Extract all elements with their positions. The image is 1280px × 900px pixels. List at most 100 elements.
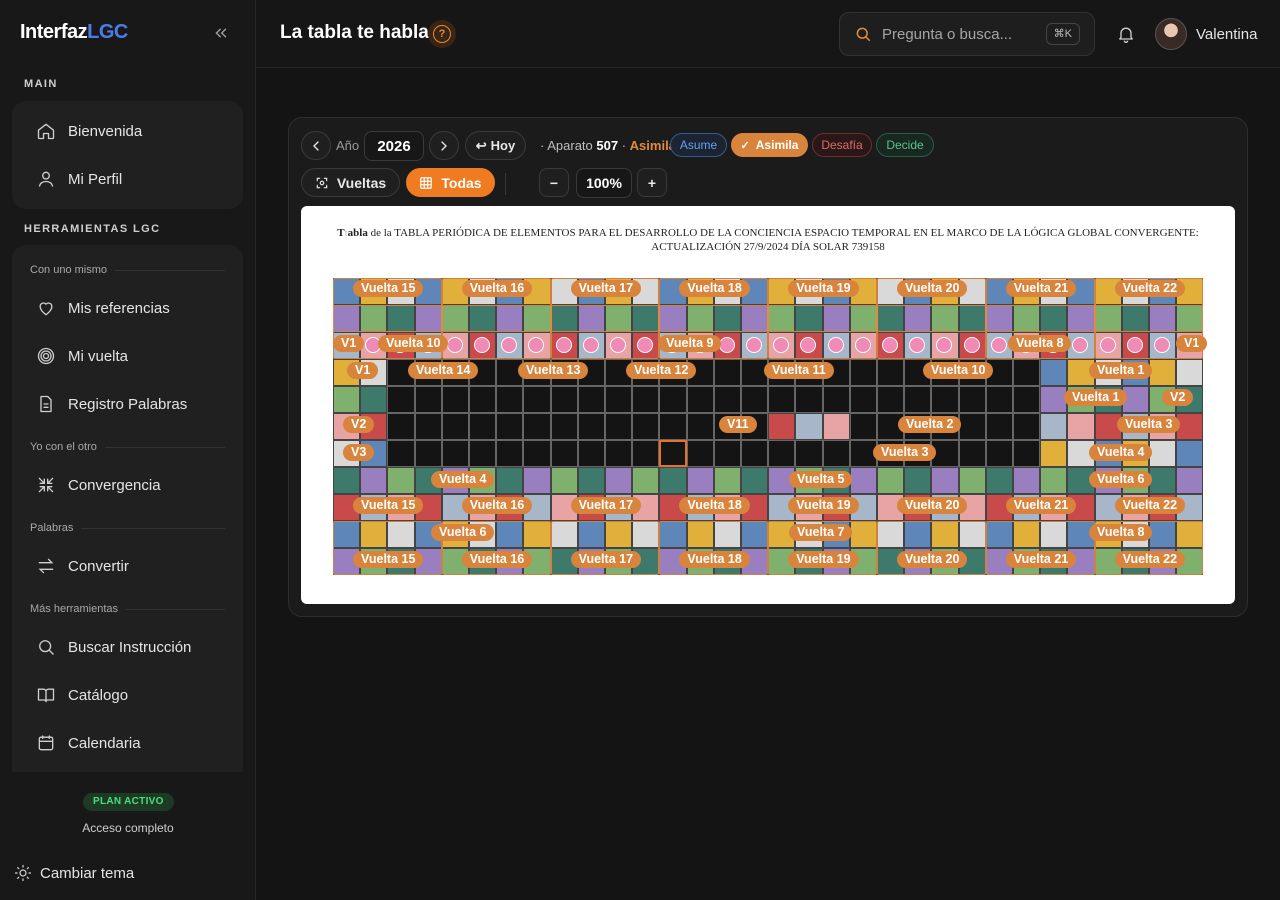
today-button[interactable]: ↩ Hoy [465,131,526,160]
vuelta-label[interactable]: Vuelta 3 [873,444,937,461]
user-name[interactable]: Valentina [1196,26,1257,43]
vuelta-label[interactable]: Vuelta 21 [1005,497,1077,514]
element-cell [741,467,769,494]
filter-asume[interactable]: Asume [670,133,727,157]
vuelta-label[interactable]: Vuelta 1 [1064,389,1128,406]
vuelta-label[interactable]: Vuelta 20 [897,280,968,297]
vuelta-label[interactable]: Vuelta 15 [353,280,424,297]
zoom-in-button[interactable]: + [637,168,667,197]
nav-convergencia[interactable]: Convergencia [12,463,243,507]
filter-decide[interactable]: Decide [876,133,934,157]
number-cell [550,413,578,440]
nav-catalogo[interactable]: Catálogo [12,673,243,717]
vuelta-label[interactable]: Vuelta 18 [679,280,750,297]
number-cell [768,386,796,413]
help-icon[interactable]: ? [428,20,456,48]
filter-asimila[interactable]: ✓ Asimila [731,133,808,157]
plus-icon: + [647,174,657,191]
vuelta-label[interactable]: Vuelta 7 [789,524,853,541]
vuelta-label[interactable]: Vuelta 22 [1114,280,1186,297]
nav-mi-perfil[interactable]: Mi Perfil [12,157,243,201]
vuelta-label[interactable]: Vuelta 4 [431,471,495,488]
vuelta-label[interactable]: Vuelta 17 [570,280,642,297]
vuelta-label[interactable]: Vuelta 3 [1117,416,1181,433]
vuelta-label[interactable]: Vuelta 16 [461,280,533,297]
number-cell [523,413,551,440]
group-label: Palabras [30,522,225,534]
vuelta-label[interactable]: Vuelta 8 [1008,335,1072,352]
vuelta-label[interactable]: V1 [333,335,365,352]
nav-mi-vuelta[interactable]: Mi vuelta [12,334,243,378]
nav-bienvenida[interactable]: Bienvenida [12,109,243,153]
vuelta-label[interactable]: Vuelta 4 [1089,444,1153,461]
avatar[interactable] [1155,18,1187,50]
vuelta-label[interactable]: Vuelta 20 [897,551,968,568]
nav-calendaria[interactable]: Calendaria [12,721,243,765]
vuelta-label[interactable]: V2 [343,416,375,433]
vuelta-label[interactable]: Vuelta 18 [679,551,750,568]
selected-cell[interactable] [659,440,687,467]
theme-toggle-button[interactable]: Cambiar tema [14,864,134,882]
vuelta-label[interactable]: Vuelta 20 [897,497,968,514]
vuelta-label[interactable]: Vuelta 11 [764,362,834,379]
vuelta-label[interactable]: Vuelta 16 [461,497,533,514]
bell-icon[interactable] [1116,24,1136,44]
vuelta-label[interactable]: V2 [1162,389,1194,406]
collapse-sidebar-icon[interactable] [212,24,230,42]
vuelta-label[interactable]: Vuelta 2 [898,416,962,433]
vuelta-label[interactable]: Vuelta 19 [788,551,859,568]
vuelta-label[interactable]: Vuelta 17 [570,497,642,514]
view-vueltas-button[interactable]: Vueltas [301,168,400,197]
search-input[interactable] [882,25,1032,43]
number-cell [713,386,741,413]
nav-buscar-instruccion[interactable]: Buscar Instrucción [12,625,243,669]
vuelta-label[interactable]: Vuelta 13 [518,362,589,379]
element-cell [632,467,660,494]
vuelta-label[interactable]: Vuelta 15 [353,497,424,514]
vuelta-label[interactable]: Vuelta 16 [461,551,533,568]
search-box[interactable]: ⌘K [839,12,1095,56]
year-value[interactable]: 2026 [364,131,424,161]
zoom-out-button[interactable]: − [539,168,569,197]
vuelta-label[interactable]: Vuelta 12 [626,362,697,379]
number-cell [659,413,687,440]
vuelta-label[interactable]: Vuelta 5 [789,471,853,488]
nav-label: Convertir [68,557,129,575]
vuelta-label[interactable]: Vuelta 1 [1089,362,1153,379]
next-year-button[interactable] [429,131,459,160]
view-todas-button[interactable]: Todas [406,168,495,197]
vuelta-label[interactable]: Vuelta 21 [1005,551,1077,568]
vuelta-label[interactable]: Vuelta 6 [431,524,495,541]
vuelta-label[interactable]: Vuelta 19 [788,280,859,297]
vuelta-label[interactable]: Vuelta 10 [378,335,449,352]
element-cell [387,467,415,494]
brand-logo[interactable]: InterfazLGC [20,21,128,44]
vuelta-label[interactable]: Vuelta 9 [658,335,722,352]
vuelta-label[interactable]: V1 [1176,335,1208,352]
filter-desafia[interactable]: Desafía [812,133,872,157]
number-cell [387,386,415,413]
home-icon [37,123,55,140]
prev-year-button[interactable] [301,131,331,160]
vuelta-label[interactable]: Vuelta 17 [570,551,642,568]
periodic-table-image[interactable]: Ttabla de la TABLA PERIÓDICA DE ELEMENTO… [301,206,1235,604]
vuelta-label[interactable]: Vuelta 21 [1005,280,1077,297]
vuelta-label[interactable]: Vuelta 15 [353,551,424,568]
number-cell [877,386,905,413]
vuelta-label[interactable]: Vuelta 19 [788,497,859,514]
nav-convertir[interactable]: Convertir [12,544,243,588]
vuelta-label[interactable]: Vuelta 10 [923,362,994,379]
vuelta-label[interactable]: V1 [347,362,379,379]
vuelta-label[interactable]: Vuelta 6 [1089,471,1153,488]
vuelta-label[interactable]: Vuelta 22 [1114,551,1186,568]
number-cell [877,359,905,386]
vuelta-label[interactable]: Vuelta 18 [679,497,750,514]
vuelta-label[interactable]: Vuelta 8 [1089,524,1153,541]
vuelta-label[interactable]: Vuelta 22 [1114,497,1186,514]
element-cell [1176,467,1204,494]
vuelta-label[interactable]: V3 [343,444,375,461]
nav-registro-palabras[interactable]: Registro Palabras [12,382,243,426]
nav-mis-referencias[interactable]: Mis referencias [12,286,243,330]
vuelta-label[interactable]: Vuelta 14 [408,362,479,379]
vuelta-label[interactable]: V11 [719,416,757,433]
